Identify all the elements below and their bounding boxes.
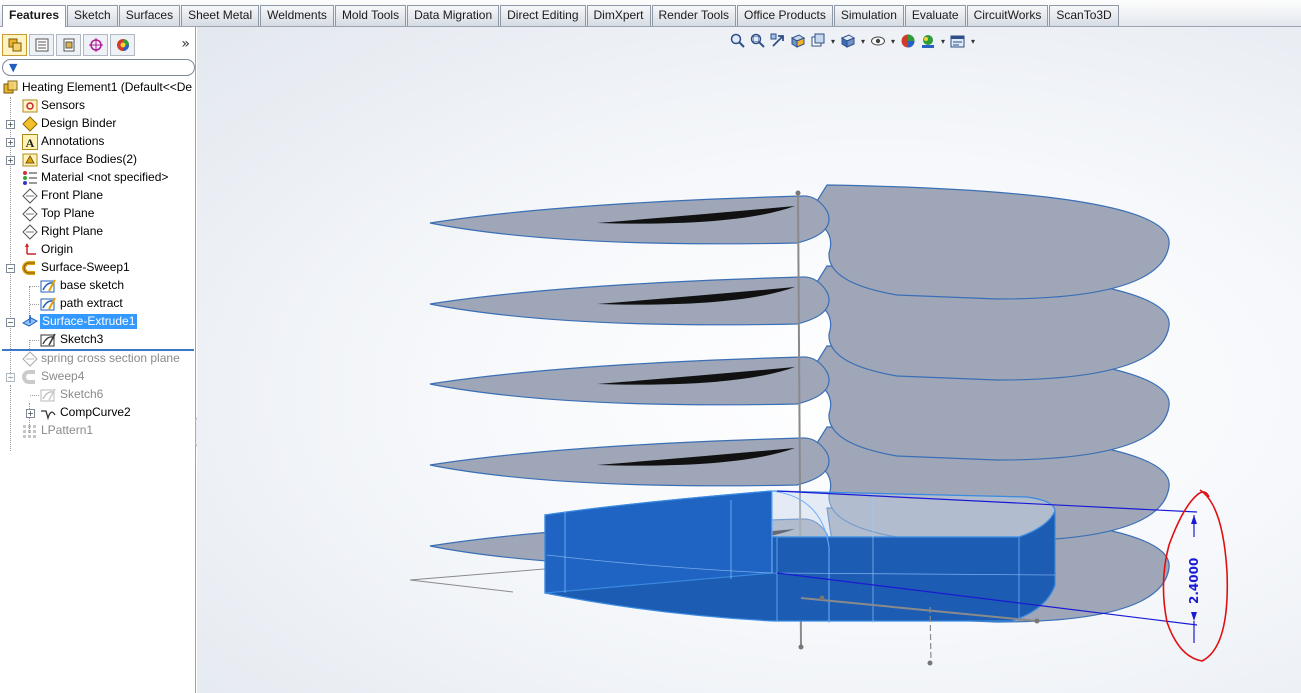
surface-extrude-body[interactable] bbox=[544, 490, 1056, 623]
coil-lobe-right[interactable] bbox=[806, 184, 1170, 300]
extruded-surface-icon bbox=[21, 314, 39, 330]
tab-sketch[interactable]: Sketch bbox=[67, 5, 118, 26]
more-tabs-button[interactable]: » bbox=[181, 36, 190, 52]
tab-weldments[interactable]: Weldments bbox=[260, 5, 334, 26]
tab-direct-editing[interactable]: Direct Editing bbox=[500, 5, 586, 26]
expand-icon[interactable]: + bbox=[6, 120, 15, 129]
dimension-value[interactable]: 2.4000 bbox=[1187, 558, 1201, 604]
plane-icon bbox=[22, 351, 38, 367]
linear-pattern-icon bbox=[22, 423, 38, 439]
design-binder-icon bbox=[22, 116, 38, 132]
tree-item-sketch3[interactable]: Sketch3 bbox=[0, 331, 196, 349]
sweep-icon bbox=[22, 260, 38, 276]
coil-disc-left[interactable] bbox=[429, 437, 830, 487]
sweep-icon bbox=[22, 369, 38, 385]
tree-item-part[interactable]: Heating Element1 (Default<<De bbox=[0, 79, 196, 97]
tree-item-spring-cross-section-plane[interactable]: spring cross section plane bbox=[0, 350, 196, 368]
coil-disc-left[interactable] bbox=[429, 195, 830, 245]
tree-filter-input[interactable]: ▼ bbox=[2, 59, 195, 76]
tree-item-lpattern[interactable]: LPattern1 bbox=[0, 422, 196, 440]
annotations-icon: A bbox=[22, 134, 38, 150]
sketch-icon bbox=[40, 296, 56, 312]
composite-curve-icon bbox=[40, 405, 56, 421]
coil-disc-left[interactable] bbox=[429, 356, 830, 406]
plane-icon bbox=[22, 188, 38, 204]
command-manager-tabs: Features Sketch Surfaces Sheet Metal Wel… bbox=[2, 5, 1120, 27]
expand-icon[interactable]: + bbox=[6, 138, 15, 147]
expand-icon[interactable]: + bbox=[6, 156, 15, 165]
sketch-point bbox=[819, 595, 825, 601]
tab-render-tools[interactable]: Render Tools bbox=[651, 5, 737, 26]
tab-circuitworks[interactable]: CircuitWorks bbox=[966, 5, 1049, 26]
tab-scanto3d[interactable]: ScanTo3D bbox=[1049, 5, 1119, 26]
tab-surfaces[interactable]: Surfaces bbox=[118, 5, 181, 26]
collapse-icon[interactable]: − bbox=[6, 264, 15, 273]
tree-item-sweep4[interactable]: − Sweep4 bbox=[0, 368, 196, 386]
tree-item-sketch6[interactable]: Sketch6 bbox=[0, 386, 196, 404]
expand-icon[interactable]: + bbox=[26, 409, 35, 418]
axis-endpoint bbox=[795, 190, 801, 196]
tab-dimxpert[interactable]: DimXpert bbox=[586, 5, 651, 26]
tree-item-surface-sweep[interactable]: − Surface-Sweep1 bbox=[0, 259, 196, 277]
tree-item-right-plane[interactable]: Right Plane bbox=[0, 223, 196, 241]
origin-icon bbox=[22, 242, 38, 258]
tab-features[interactable]: Features bbox=[2, 5, 67, 27]
manager-tabs: » bbox=[0, 34, 196, 58]
tree-item-sensors[interactable]: Sensors bbox=[0, 97, 196, 115]
tab-simulation[interactable]: Simulation bbox=[833, 5, 904, 26]
configurationmanager-icon[interactable] bbox=[56, 34, 81, 56]
tree-item-top-plane[interactable]: Top Plane bbox=[0, 205, 196, 223]
sketch-icon bbox=[40, 387, 56, 403]
coil-disc-left[interactable] bbox=[429, 276, 830, 326]
tree-item-surface-extrude[interactable]: − Surface-Extrude1 bbox=[0, 313, 196, 331]
graphics-area[interactable]: ▾ ▾ ▾ ▾ ▾ 2.4000 bbox=[197, 27, 1301, 693]
tab-evaluate[interactable]: Evaluate bbox=[904, 5, 966, 26]
filter-icon: ▼ bbox=[9, 61, 18, 74]
tree-item-path-extract[interactable]: path extract bbox=[0, 295, 196, 313]
tree-item-origin[interactable]: Origin bbox=[0, 241, 196, 259]
sensors-icon bbox=[22, 98, 38, 114]
plane-icon bbox=[22, 206, 38, 222]
tree-item-design-binder[interactable]: + Design Binder bbox=[0, 115, 196, 133]
propertymanager-icon[interactable] bbox=[29, 34, 54, 56]
tab-mold-tools[interactable]: Mold Tools bbox=[334, 5, 407, 26]
dimxpert-manager-icon[interactable] bbox=[83, 34, 108, 56]
tree-item-front-plane[interactable]: Front Plane bbox=[0, 187, 196, 205]
axis-line bbox=[409, 579, 514, 593]
sketch-point bbox=[1034, 618, 1040, 624]
tree-item-base-sketch[interactable]: base sketch bbox=[0, 277, 196, 295]
collapse-icon[interactable]: − bbox=[6, 373, 15, 382]
sketch-point bbox=[927, 660, 933, 666]
tree-item-compcurve[interactable]: + CompCurve2 bbox=[0, 404, 196, 422]
plane-icon bbox=[22, 224, 38, 240]
surface-bodies-icon bbox=[22, 152, 38, 168]
sketch-icon bbox=[40, 278, 56, 294]
featuremanager-tree-icon[interactable] bbox=[2, 34, 27, 56]
tree-item-surface-bodies[interactable]: + Surface Bodies(2) bbox=[0, 151, 196, 169]
sketch-icon bbox=[40, 332, 56, 348]
model-scene[interactable]: 2.4000 bbox=[197, 27, 1301, 693]
display-manager-icon[interactable] bbox=[110, 34, 135, 56]
part-icon bbox=[3, 80, 19, 96]
tree-item-material[interactable]: Material <not specified> bbox=[0, 169, 196, 187]
tab-office-products[interactable]: Office Products bbox=[737, 5, 833, 26]
tab-sheet-metal[interactable]: Sheet Metal bbox=[181, 5, 260, 26]
axis-endpoint bbox=[798, 644, 804, 650]
material-icon bbox=[22, 170, 38, 186]
tree-item-annotations[interactable]: + A Annotations bbox=[0, 133, 196, 151]
feature-manager-panel: » ▼ Heating Element1 (Default<<De Sensor… bbox=[0, 27, 196, 693]
collapse-icon[interactable]: − bbox=[6, 318, 15, 327]
tab-data-migration[interactable]: Data Migration bbox=[407, 5, 500, 26]
command-manager: Features Sketch Surfaces Sheet Metal Wel… bbox=[0, 0, 1301, 27]
